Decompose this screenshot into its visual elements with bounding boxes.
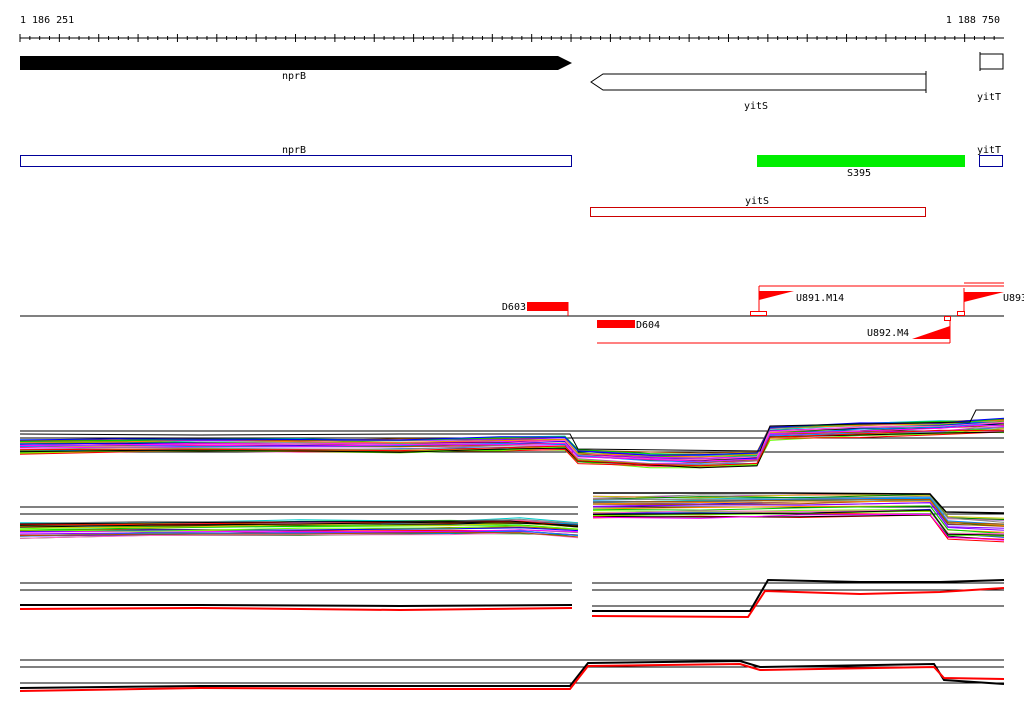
transcript-track: nprB yitT S395 yitS [20,145,1003,217]
coord-end-label: 1 188 750 [946,15,1000,26]
gene-yitS-label: yitS [744,101,768,112]
panel2-traces [19,492,1005,543]
gene-track: nprB yitS yitT [20,52,1004,112]
gene-yitS-arrow[interactable] [590,73,927,91]
segment-track: D603 D604 U891.M14 U892.M4 U893 [20,282,1024,344]
segment-D603-box[interactable] [527,302,568,311]
expression-panel-2 [19,492,1005,543]
transcript-nprB-label: nprB [282,145,306,156]
expression-trace [20,604,573,608]
segment-U891-label: U891.M14 [796,293,844,304]
segment-U892-label: U892.M4 [867,328,909,339]
expression-panel-4 [19,659,1005,692]
expression-trace [19,659,1005,689]
segment-D604-box[interactable] [597,320,635,328]
gene-nprB-label: nprB [282,71,306,82]
panel4-traces [19,659,1005,692]
gene-nprB-arrow[interactable] [20,56,572,70]
transcript-yitS-box[interactable] [590,207,926,217]
expression-panel-3 [19,578,1005,619]
gene-yitT-label: yitT [977,92,1001,103]
segment-U893-step [957,311,965,316]
segment-D604-label: D604 [636,320,660,331]
panel1-traces [19,409,1005,469]
segment-U892-step [944,316,951,321]
genome-browser-view: 1 186 251 1 188 750 nprB yitS yitT nprB … [19,15,1024,692]
segment-U891-step [750,311,767,316]
coord-start-label: 1 186 251 [20,15,74,26]
transcript-nprB-box[interactable] [20,155,572,167]
coordinate-ruler: 1 186 251 1 188 750 [19,15,1004,42]
transcript-yitT-box[interactable] [979,155,1003,167]
expression-trace [591,587,1005,619]
transcript-yitS-label: yitS [745,196,769,207]
segment-U893-label: U893 [1003,293,1024,304]
segment-U891-flag[interactable] [759,291,794,300]
segment-U893-flag[interactable] [964,292,1004,302]
expression-panel-1 [19,409,1005,469]
transcript-S395-box[interactable] [757,155,965,167]
transcript-yitT-label: yitT [977,145,1001,156]
segment-U892-flag[interactable] [912,326,950,339]
transcript-S395-label: S395 [847,168,871,179]
expression-trace [19,606,573,612]
panel3-traces [19,578,1005,619]
gene-yitT-arrow[interactable] [980,53,1004,70]
segment-D603-label: D603 [502,302,526,313]
